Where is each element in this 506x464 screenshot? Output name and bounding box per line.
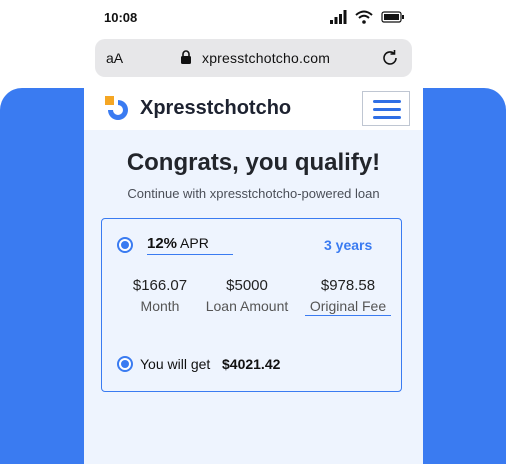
payout-radio[interactable] — [117, 356, 133, 372]
signal-icon — [330, 10, 347, 24]
monthly-payment-label: Month — [140, 298, 180, 314]
address-bar[interactable]: aA xpresstchotcho.com — [95, 39, 412, 77]
payout-label: You will get — [140, 356, 211, 372]
text-size-button[interactable]: aA — [106, 50, 123, 66]
brand-logo[interactable] — [103, 94, 133, 124]
offer-radio[interactable] — [117, 237, 133, 253]
loan-amount-value: $5000 — [226, 277, 268, 294]
brand-name[interactable]: Xpresstchotcho — [140, 97, 291, 120]
hamburger-menu-button[interactable] — [362, 91, 410, 126]
apr-field[interactable]: 12% APR — [147, 235, 233, 255]
fee-label[interactable]: Original Fee — [305, 298, 391, 314]
loan-term[interactable]: 3 years — [324, 237, 372, 253]
page-title: Congrats, you qualify! — [126, 149, 381, 176]
fee-value: $978.58 — [320, 277, 376, 294]
fee-underline — [305, 315, 391, 316]
page-subtitle: Continue with xpresstchotcho-powered loa… — [127, 186, 380, 201]
loan-offer-card[interactable]: 12% APR 3 years $166.07 Month $5000 Loan … — [101, 218, 402, 392]
url-text[interactable]: xpresstchotcho.com — [202, 50, 330, 66]
monthly-payment-value: $166.07 — [132, 277, 188, 294]
wifi-icon — [355, 10, 373, 24]
status-icons — [330, 10, 405, 24]
web-page: Xpresstchotcho Congrats, you qualify! Co… — [84, 87, 423, 464]
battery-icon — [381, 11, 404, 23]
status-time: 10:08 — [104, 10, 138, 25]
apr-label: APR — [180, 235, 209, 251]
reload-icon[interactable] — [380, 48, 400, 68]
lock-icon — [181, 50, 191, 64]
loan-amount-label: Loan Amount — [205, 298, 289, 314]
payout-amount: $4021.42 — [222, 356, 281, 372]
apr-value: 12% — [147, 235, 178, 252]
site-header: Xpresstchotcho — [84, 87, 423, 130]
